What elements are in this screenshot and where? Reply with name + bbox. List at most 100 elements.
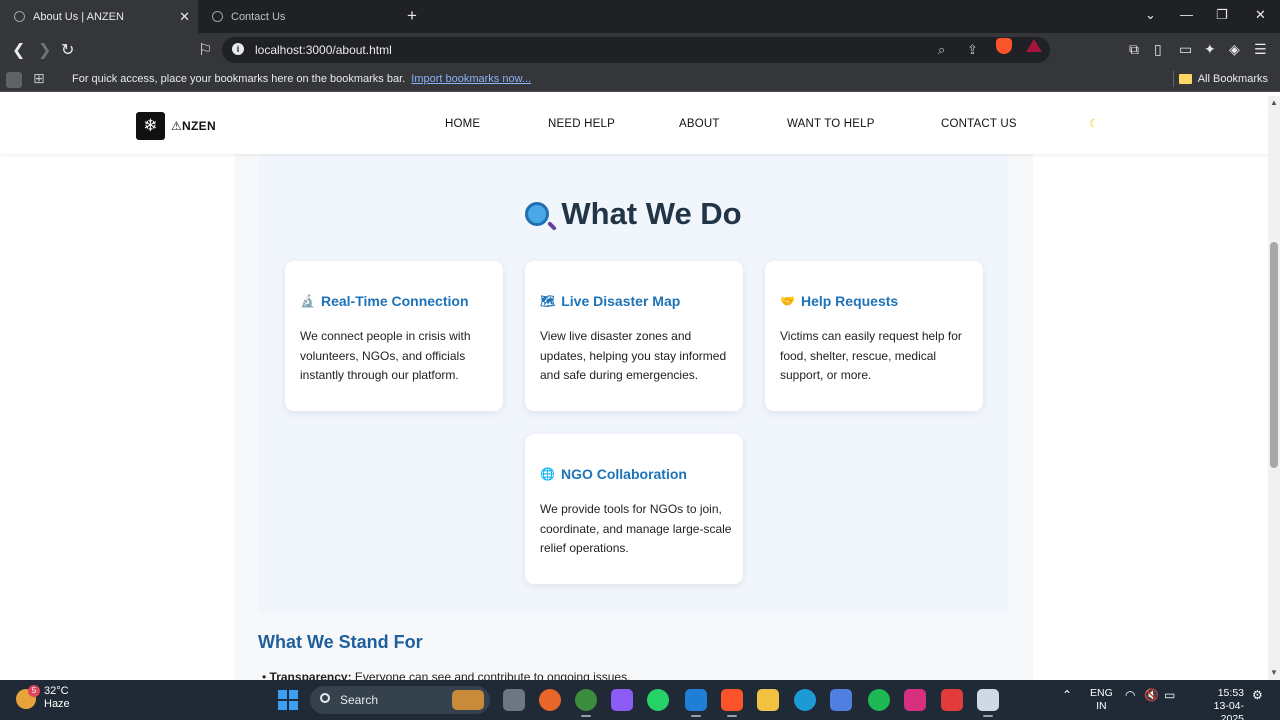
edge-icon[interactable] (794, 689, 816, 711)
bookmark-favicon-icon[interactable] (6, 72, 22, 88)
maximize-icon[interactable]: ❐ (1216, 7, 1228, 23)
browser-toolbar: ❮ ❯ ↻ ⚐ i localhost:3000/about.html ⌕ ⇪ … (0, 33, 1280, 67)
card-title: 🌐 NGO Collaboration (540, 466, 687, 482)
scroll-down-icon[interactable]: ▼ (1270, 668, 1278, 677)
language: ENG (1090, 687, 1113, 699)
magnifier-icon (525, 202, 550, 226)
tab-contact-us[interactable]: Contact Us (198, 0, 398, 33)
page-scrollbar[interactable]: ▲ ▼ (1268, 96, 1280, 680)
card-text: Victims can easily request help for food… (780, 329, 962, 382)
store-icon[interactable] (830, 689, 852, 711)
bookmarks-hint-text: For quick access, place your bookmarks h… (72, 73, 406, 85)
card-title-text: Help Requests (800, 293, 899, 309)
card-title-text: Live Disaster Map (561, 293, 681, 309)
vscode-icon[interactable] (685, 689, 707, 717)
list-item-label: Transparency: (269, 670, 352, 680)
search-placeholder: Search (340, 693, 379, 707)
back-icon[interactable]: ❮ (12, 40, 25, 60)
logo-icon[interactable]: ❄ (136, 112, 165, 140)
brave-rewards-icon[interactable] (1026, 39, 1042, 52)
tab-title: Contact Us (231, 10, 286, 23)
bookmark-icon[interactable]: ⚐ (198, 40, 212, 60)
brave-icon[interactable] (721, 689, 743, 717)
temperature: 32°C (44, 685, 69, 697)
copilot-icon[interactable] (611, 689, 633, 711)
site-navbar: ❄ ⚠NZEN HOME NEED HELP ABOUT WANT TO HEL… (0, 96, 1268, 154)
menu-icon[interactable]: ☰ (1254, 41, 1267, 58)
taskbar-search[interactable]: Search (310, 686, 490, 714)
clock[interactable]: 15:53 13-04-2025 (1192, 687, 1244, 720)
address-bar[interactable]: i localhost:3000/about.html ⌕ ⇪ (222, 37, 1050, 63)
card-title-text: NGO Collaboration (560, 466, 687, 482)
all-bookmarks-button[interactable]: All Bookmarks (1178, 73, 1268, 85)
reload-icon[interactable]: ↻ (61, 40, 74, 60)
list-item: • Transparency: Everyone can see and con… (262, 670, 630, 680)
nav-want-to-help[interactable]: WANT TO HELP (787, 118, 875, 130)
settings-gear-icon[interactable]: ⚙ (1252, 688, 1263, 702)
divider (1173, 71, 1174, 87)
site-info-icon[interactable]: i (232, 43, 244, 55)
handshake-icon: 🤝 (780, 294, 795, 308)
nav-about[interactable]: ABOUT (679, 118, 720, 130)
brand-name[interactable]: ⚠NZEN (171, 119, 216, 133)
instagram-icon[interactable] (904, 689, 926, 711)
sidebar-icon[interactable]: ▯ (1154, 41, 1162, 58)
section-title: What We Do (258, 196, 1009, 232)
globe-icon (212, 11, 223, 22)
minimize-icon[interactable]: — (1180, 7, 1193, 22)
chrome-icon[interactable] (575, 689, 597, 717)
nav-need-help[interactable]: NEED HELP (548, 118, 615, 130)
wps-office-icon[interactable] (941, 689, 963, 711)
window-close-icon[interactable]: ✕ (1255, 7, 1266, 23)
weather-text: 32°C Haze (44, 685, 70, 711)
extensions-icon[interactable]: ⧉ (1129, 41, 1139, 58)
scroll-up-icon[interactable]: ▲ (1270, 98, 1278, 107)
whatsapp-icon[interactable] (647, 689, 669, 711)
weather-condition: Haze (44, 698, 70, 710)
share-icon[interactable]: ⇪ (967, 42, 978, 58)
tray-overflow-icon[interactable]: ⌃ (1062, 688, 1072, 702)
url-text[interactable]: localhost:3000/about.html (255, 43, 392, 57)
moon-icon[interactable]: ☾ (1089, 117, 1099, 130)
brave-shields-icon[interactable] (996, 38, 1012, 54)
card-title: 🗺 Live Disaster Map (540, 293, 680, 309)
search-highlight-icon (452, 690, 484, 710)
wallet-icon[interactable]: ▭ (1179, 41, 1192, 58)
spotify-icon[interactable] (868, 689, 890, 711)
apps-grid-icon[interactable]: ⊞ (33, 70, 45, 87)
battery-icon[interactable]: ▭ (1164, 688, 1175, 702)
task-view-icon[interactable] (503, 689, 525, 711)
import-bookmarks-link[interactable]: Import bookmarks now... (411, 73, 531, 85)
scrollbar-thumb[interactable] (1270, 242, 1278, 468)
vpn-icon[interactable]: ◈ (1229, 41, 1240, 58)
card-text: View live disaster zones and updates, he… (540, 329, 727, 382)
search-icon (320, 693, 330, 703)
start-button[interactable] (278, 690, 298, 710)
zoom-icon[interactable]: ⌕ (938, 42, 945, 58)
folder-icon (1178, 74, 1192, 84)
wifi-icon[interactable]: ◠ (1125, 688, 1135, 702)
snipping-tool-icon[interactable] (977, 689, 999, 717)
weather-widget[interactable]: 5 32°C Haze (16, 685, 70, 711)
forward-icon[interactable]: ❯ (38, 40, 51, 60)
leo-ai-icon[interactable]: ✦ (1204, 41, 1216, 58)
close-tab-icon[interactable]: ✕ (179, 9, 190, 25)
language-indicator[interactable]: ENG IN (1090, 687, 1113, 713)
new-tab-icon[interactable]: + (407, 6, 417, 26)
card-ngo-collaboration: 🌐 NGO Collaboration We provide tools for … (525, 434, 743, 584)
nav-contact-us[interactable]: CONTACT US (941, 118, 1017, 130)
firefox-icon[interactable] (539, 689, 561, 711)
what-we-do-section: What We Do 🔬 Real-Time Connection We conn… (258, 154, 1009, 614)
tab-about-us[interactable]: About Us | ANZEN ✕ (0, 0, 198, 33)
card-title-text: Real-Time Connection (320, 293, 469, 309)
world-map-icon: 🗺 (540, 294, 556, 308)
file-explorer-icon[interactable] (757, 689, 779, 711)
microscope-icon: 🔬 (300, 294, 315, 308)
date: 13-04-2025 (1213, 700, 1244, 720)
tab-search-chevron-icon[interactable]: ⌄ (1145, 7, 1156, 23)
card-live-disaster-map: 🗺 Live Disaster Map View live disaster zo… (525, 261, 743, 411)
globe-icon (14, 11, 25, 22)
all-bookmarks-label: All Bookmarks (1197, 73, 1268, 85)
nav-home[interactable]: HOME (445, 118, 480, 130)
volume-muted-icon[interactable]: 🔇 (1144, 688, 1159, 702)
